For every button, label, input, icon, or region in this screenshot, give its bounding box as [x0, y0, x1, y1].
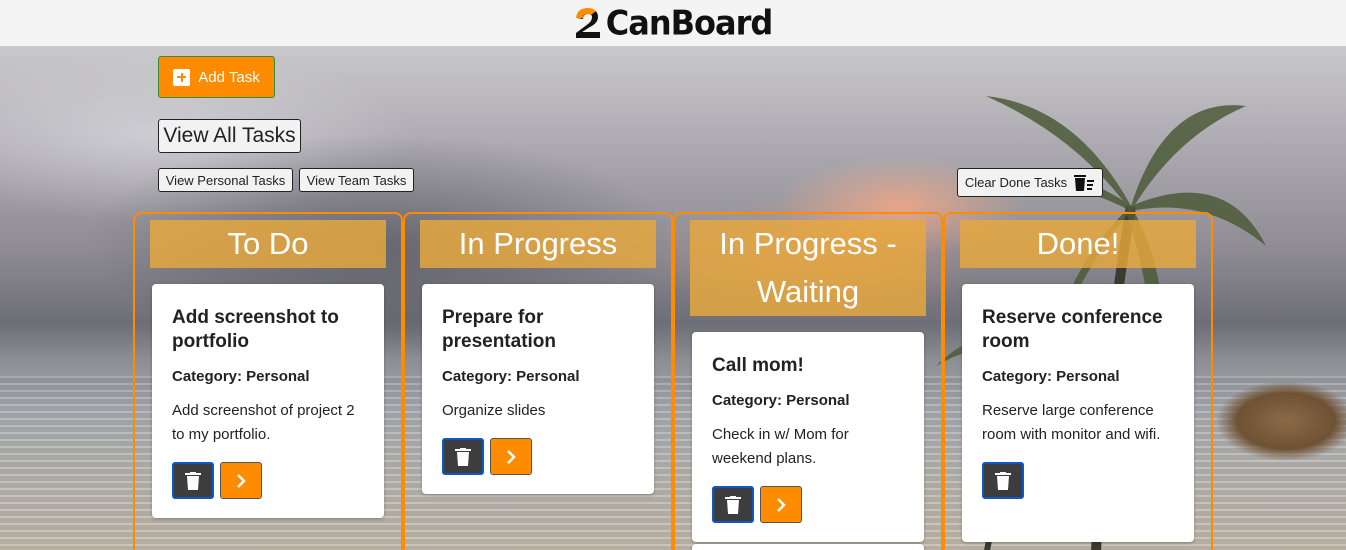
trash-icon — [995, 471, 1011, 490]
delete-task-button[interactable] — [982, 462, 1024, 499]
chevron-right-icon — [237, 473, 246, 488]
add-task-button[interactable]: Add Task — [158, 56, 275, 98]
chevron-right-icon — [777, 497, 786, 512]
column-in-progress-waiting: In Progress - Waiting Call mom! Category… — [673, 212, 943, 550]
logo-mark-icon — [575, 8, 600, 38]
task-actions — [172, 462, 364, 499]
view-all-tasks-button[interactable]: View All Tasks — [158, 119, 301, 153]
move-next-button[interactable] — [220, 462, 262, 499]
task-card: Call mom! Category: Personal Check in w/… — [692, 332, 924, 542]
column-in-progress: In Progress Prepare for presentation Cat… — [403, 212, 673, 550]
app-header: CanBoard — [0, 0, 1346, 46]
app-logo[interactable]: CanBoard — [574, 3, 774, 43]
app-name: CanBoard — [605, 3, 774, 43]
task-title: Add screenshot to portfolio — [172, 307, 339, 352]
task-actions — [442, 438, 634, 475]
task-description: Check in w/ Mom for weekend plans. — [712, 426, 849, 467]
trash-icon — [455, 447, 471, 466]
plus-square-icon — [173, 68, 191, 86]
task-category: Category: Personal — [172, 368, 310, 385]
task-actions — [712, 486, 904, 523]
move-next-button[interactable] — [760, 486, 802, 523]
task-description: Add screenshot of project 2 to my portfo… — [172, 402, 355, 443]
chevron-right-icon — [507, 449, 516, 464]
task-category: Category: Personal — [712, 392, 850, 409]
task-card-partial — [692, 544, 924, 550]
column-title: Done! — [960, 220, 1196, 268]
delete-task-button[interactable] — [712, 486, 754, 523]
task-title: Call mom! — [712, 355, 804, 376]
clear-done-tasks-label: Clear Done Tasks — [964, 175, 1068, 190]
task-description: Reserve large conference room with monit… — [982, 402, 1161, 443]
task-card: Add screenshot to portfolio Category: Pe… — [152, 284, 384, 518]
column-title: In Progress - Waiting — [690, 220, 926, 316]
task-actions — [982, 462, 1174, 499]
task-description: Organize slides — [442, 402, 546, 419]
delete-task-button[interactable] — [172, 462, 214, 499]
view-personal-tasks-button[interactable]: View Personal Tasks — [158, 168, 293, 192]
trash-list-icon — [1074, 174, 1095, 191]
column-to-do: To Do Add screenshot to portfolio Catego… — [133, 212, 403, 550]
clear-done-tasks-button[interactable]: Clear Done Tasks — [957, 168, 1103, 197]
move-next-button[interactable] — [490, 438, 532, 475]
trash-icon — [725, 495, 741, 514]
trash-icon — [185, 471, 201, 490]
add-task-label: Add Task — [198, 68, 260, 86]
task-category: Category: Personal — [442, 368, 580, 385]
task-title: Reserve conference room — [982, 307, 1163, 352]
task-title: Prepare for presentation — [442, 307, 557, 352]
column-title: To Do — [150, 220, 386, 268]
column-title: In Progress — [420, 220, 656, 268]
view-team-tasks-button[interactable]: View Team Tasks — [299, 168, 414, 192]
beach-hut-illustration — [1216, 376, 1346, 466]
task-category: Category: Personal — [982, 368, 1120, 385]
task-card: Reserve conference room Category: Person… — [962, 284, 1194, 542]
column-done: Done! Reserve conference room Category: … — [943, 212, 1213, 550]
task-card: Prepare for presentation Category: Perso… — [422, 284, 654, 494]
delete-task-button[interactable] — [442, 438, 484, 475]
